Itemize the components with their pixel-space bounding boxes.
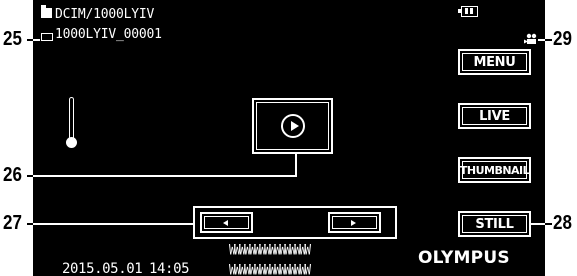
- battery-icon: [458, 6, 478, 17]
- menu-button[interactable]: MENU: [458, 49, 531, 75]
- previous-image-button[interactable]: [200, 212, 253, 233]
- capture-date: 2015.05.01: [62, 261, 143, 276]
- next-arrow-icon: [351, 220, 356, 226]
- callout-29: 29: [553, 28, 572, 50]
- device-screen: DCIM/1000LYIV 1000LYIV_00001 MENU LIVE T…: [33, 0, 545, 276]
- capture-time: 14:05: [149, 261, 190, 276]
- thermometer-icon: [69, 97, 74, 139]
- play-icon: [281, 114, 305, 138]
- leader-line-28-inner: [531, 223, 545, 225]
- leader-line-26-inner-h: [33, 175, 297, 177]
- leader-line-25-inner: [33, 39, 40, 41]
- thermometer-bulb: [66, 137, 77, 148]
- leader-line-29: [545, 39, 552, 41]
- next-image-button[interactable]: [328, 212, 381, 233]
- play-button[interactable]: [252, 98, 333, 154]
- callout-28: 28: [553, 212, 572, 234]
- callout-27: 27: [3, 212, 22, 234]
- live-button[interactable]: LIVE: [458, 103, 531, 129]
- prev-arrow-icon: [223, 220, 228, 226]
- leader-line-27-inner: [33, 223, 193, 225]
- memo-line-1: WWWWWWWWWWWWWWWW: [229, 242, 311, 259]
- folder-icon: [41, 5, 52, 18]
- leader-line-26-inner-v: [295, 154, 297, 177]
- file-icon: [41, 33, 53, 41]
- memo-line-2: WWWWWWWWWWWWWWWW: [229, 262, 311, 276]
- image-navigation-group: [193, 206, 397, 239]
- movie-camera-icon: [524, 33, 537, 44]
- file-name: 1000LYIV_00001: [55, 27, 162, 42]
- still-button[interactable]: STILL: [458, 211, 531, 237]
- olympus-logo: OLYMPUS: [418, 248, 510, 268]
- callout-26: 26: [3, 164, 22, 186]
- leader-line-29-inner: [538, 39, 545, 41]
- thumbnail-button[interactable]: THUMBNAIL: [458, 157, 531, 183]
- folder-path: DCIM/1000LYIV: [55, 7, 155, 22]
- callout-25: 25: [3, 28, 22, 50]
- leader-line-28: [545, 223, 552, 225]
